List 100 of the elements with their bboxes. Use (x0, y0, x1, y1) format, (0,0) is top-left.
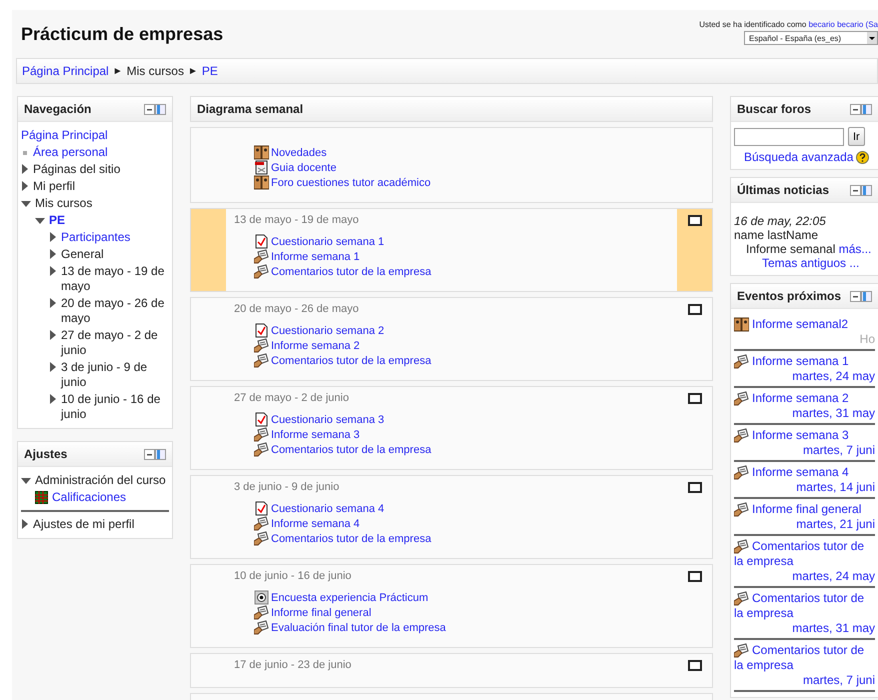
hand-paper-icon (254, 249, 269, 264)
activity-link[interactable]: Comentarios tutor de la empresa (271, 444, 432, 456)
nav-link[interactable]: Página Principal (21, 128, 108, 143)
event-date-link[interactable]: martes, 7 juni (734, 673, 875, 688)
activity-link[interactable]: Informe semana 4 (271, 518, 360, 530)
expanded-arrow-icon[interactable] (21, 477, 31, 485)
event-link[interactable]: Informe final general (734, 502, 875, 517)
bullet-icon (21, 149, 29, 157)
hand-paper-icon (254, 264, 269, 279)
activity-link[interactable]: Cuestionario semana 1 (271, 236, 384, 248)
login-info: Usted se ha identificado como becario becario (Sa (699, 20, 878, 29)
hand-paper-icon (254, 620, 269, 635)
hand-paper-icon (254, 427, 269, 442)
activity-link[interactable]: Encuesta experiencia Prácticum (271, 592, 428, 604)
collapsed-arrow-icon[interactable] (21, 519, 29, 529)
checked-document-icon (254, 234, 269, 249)
radio-icon (254, 590, 269, 605)
event-date-link[interactable]: martes, 21 juni (734, 517, 875, 532)
help-icon[interactable] (856, 150, 870, 164)
event-date-link[interactable]: martes, 31 may (734, 406, 875, 421)
activity-link[interactable]: Evaluación final tutor de la empresa (271, 622, 446, 634)
collapsed-arrow-icon[interactable] (49, 362, 57, 372)
event-link[interactable]: Informe semana 2 (734, 391, 875, 406)
collapsed-arrow-icon[interactable] (49, 298, 57, 308)
hand-paper-icon (254, 353, 269, 368)
checked-document-icon (254, 412, 269, 427)
spreadsheet-icon (35, 491, 48, 504)
block-title: Ajustes (24, 447, 68, 461)
nav-item[interactable]: Páginas del sitio (33, 162, 120, 177)
activity-link[interactable]: Informe final general (271, 606, 372, 618)
user-link[interactable]: becario becario (808, 20, 864, 29)
event-date-link[interactable]: martes, 7 juni (734, 443, 875, 458)
language-select[interactable]: Español - España (es_es) (744, 31, 878, 45)
hand-paper-icon (734, 643, 749, 658)
activity-link[interactable]: Cuestionario semana 4 (271, 502, 384, 514)
logout-link[interactable]: (Sa (866, 20, 878, 29)
collapse-icon[interactable] (144, 448, 166, 460)
nav-link[interactable]: Calificaciones (52, 490, 126, 505)
show-week-toggle[interactable] (688, 571, 702, 582)
event-date-link[interactable]: martes, 24 may (734, 369, 875, 384)
event-link[interactable]: Informe semana 4 (734, 465, 875, 480)
collapse-icon[interactable] (144, 104, 166, 114)
collapse-icon[interactable] (850, 290, 872, 302)
nav-item[interactable]: General (61, 247, 104, 262)
nav-item[interactable]: Mi perfil (33, 179, 76, 194)
activity-link[interactable]: Comentarios tutor de la empresa (271, 532, 432, 544)
event-date-link[interactable]: martes, 31 may (734, 621, 875, 636)
activity-link[interactable]: Novedades (271, 146, 327, 158)
forum-icon (254, 145, 269, 160)
activity-link[interactable]: Informe semana 2 (271, 340, 360, 352)
event-date-link[interactable]: martes, 24 may (734, 569, 875, 584)
event-link[interactable]: Informe semana 3 (734, 428, 875, 443)
nav-item[interactable]: 20 de mayo - 26 de mayo (61, 296, 169, 326)
nav-item[interactable]: Ajustes de mi perfil (33, 517, 134, 532)
show-week-toggle[interactable] (688, 304, 702, 315)
advanced-search-link[interactable]: Búsqueda avanzada (744, 150, 854, 164)
nav-item[interactable]: 13 de mayo - 19 de mayo (61, 264, 169, 294)
event-date-link[interactable]: martes, 14 juni (734, 480, 875, 495)
separator-arrow: ► (188, 66, 198, 76)
nav-link[interactable]: Área personal (33, 145, 108, 160)
more-link[interactable]: más... (838, 242, 872, 256)
search-field[interactable] (734, 128, 844, 146)
activity-link[interactable]: Informe semana 1 (271, 250, 360, 262)
nav-item[interactable]: 27 de mayo - 2 de junio (61, 328, 169, 358)
breadcrumb-link[interactable]: Página Principal (22, 64, 109, 78)
show-week-toggle[interactable] (688, 215, 702, 226)
older-topics-link[interactable]: Temas antiguos ... (762, 256, 860, 270)
collapsed-arrow-icon[interactable] (49, 330, 57, 340)
show-week-toggle[interactable] (688, 660, 702, 671)
week-title: 3 de junio - 9 de junio (234, 481, 340, 493)
event-link[interactable]: Informe semana 1 (734, 354, 875, 369)
collapse-icon[interactable] (850, 184, 872, 196)
nav-item[interactable]: 3 de junio - 9 de junio (61, 360, 169, 390)
activity-link[interactable]: Comentarios tutor de la empresa (271, 266, 432, 278)
nav-link[interactable]: PE (49, 213, 66, 228)
hand-paper-icon (254, 531, 269, 546)
nav-link[interactable]: Participantes (61, 230, 130, 245)
activity-link[interactable]: Guia docente (271, 162, 336, 174)
nav-item[interactable]: Mis cursos (35, 196, 92, 211)
nav-item[interactable]: 10 de junio - 16 de junio (61, 392, 169, 422)
collapsed-arrow-icon[interactable] (49, 394, 57, 404)
week-title: 10 de junio - 16 de junio (234, 570, 352, 582)
nav-item[interactable]: Administración del curso (35, 473, 166, 488)
activity-link[interactable]: Comentarios tutor de la empresa (271, 354, 432, 366)
breadcrumb-link[interactable]: PE (202, 64, 218, 78)
checked-document-icon (254, 501, 269, 516)
activity-link[interactable]: Cuestionario semana 3 (271, 414, 384, 426)
activity-link[interactable]: Cuestionario semana 2 (271, 324, 384, 336)
activity-link[interactable]: Foro cuestiones tutor académico (271, 176, 431, 188)
news-subject: Informe semanal (746, 242, 836, 256)
show-week-toggle[interactable] (688, 482, 702, 493)
document-icon (254, 160, 269, 175)
separator-arrow: ► (112, 66, 123, 76)
event-link[interactable]: Informe semanal2 (734, 317, 875, 332)
show-week-toggle[interactable] (688, 393, 702, 404)
collapse-icon[interactable] (850, 104, 872, 114)
search-button[interactable]: Ir (848, 127, 865, 146)
hand-paper-icon (734, 539, 749, 554)
news-date: 16 de may, 22:05 (734, 214, 827, 228)
activity-link[interactable]: Informe semana 3 (271, 428, 360, 440)
